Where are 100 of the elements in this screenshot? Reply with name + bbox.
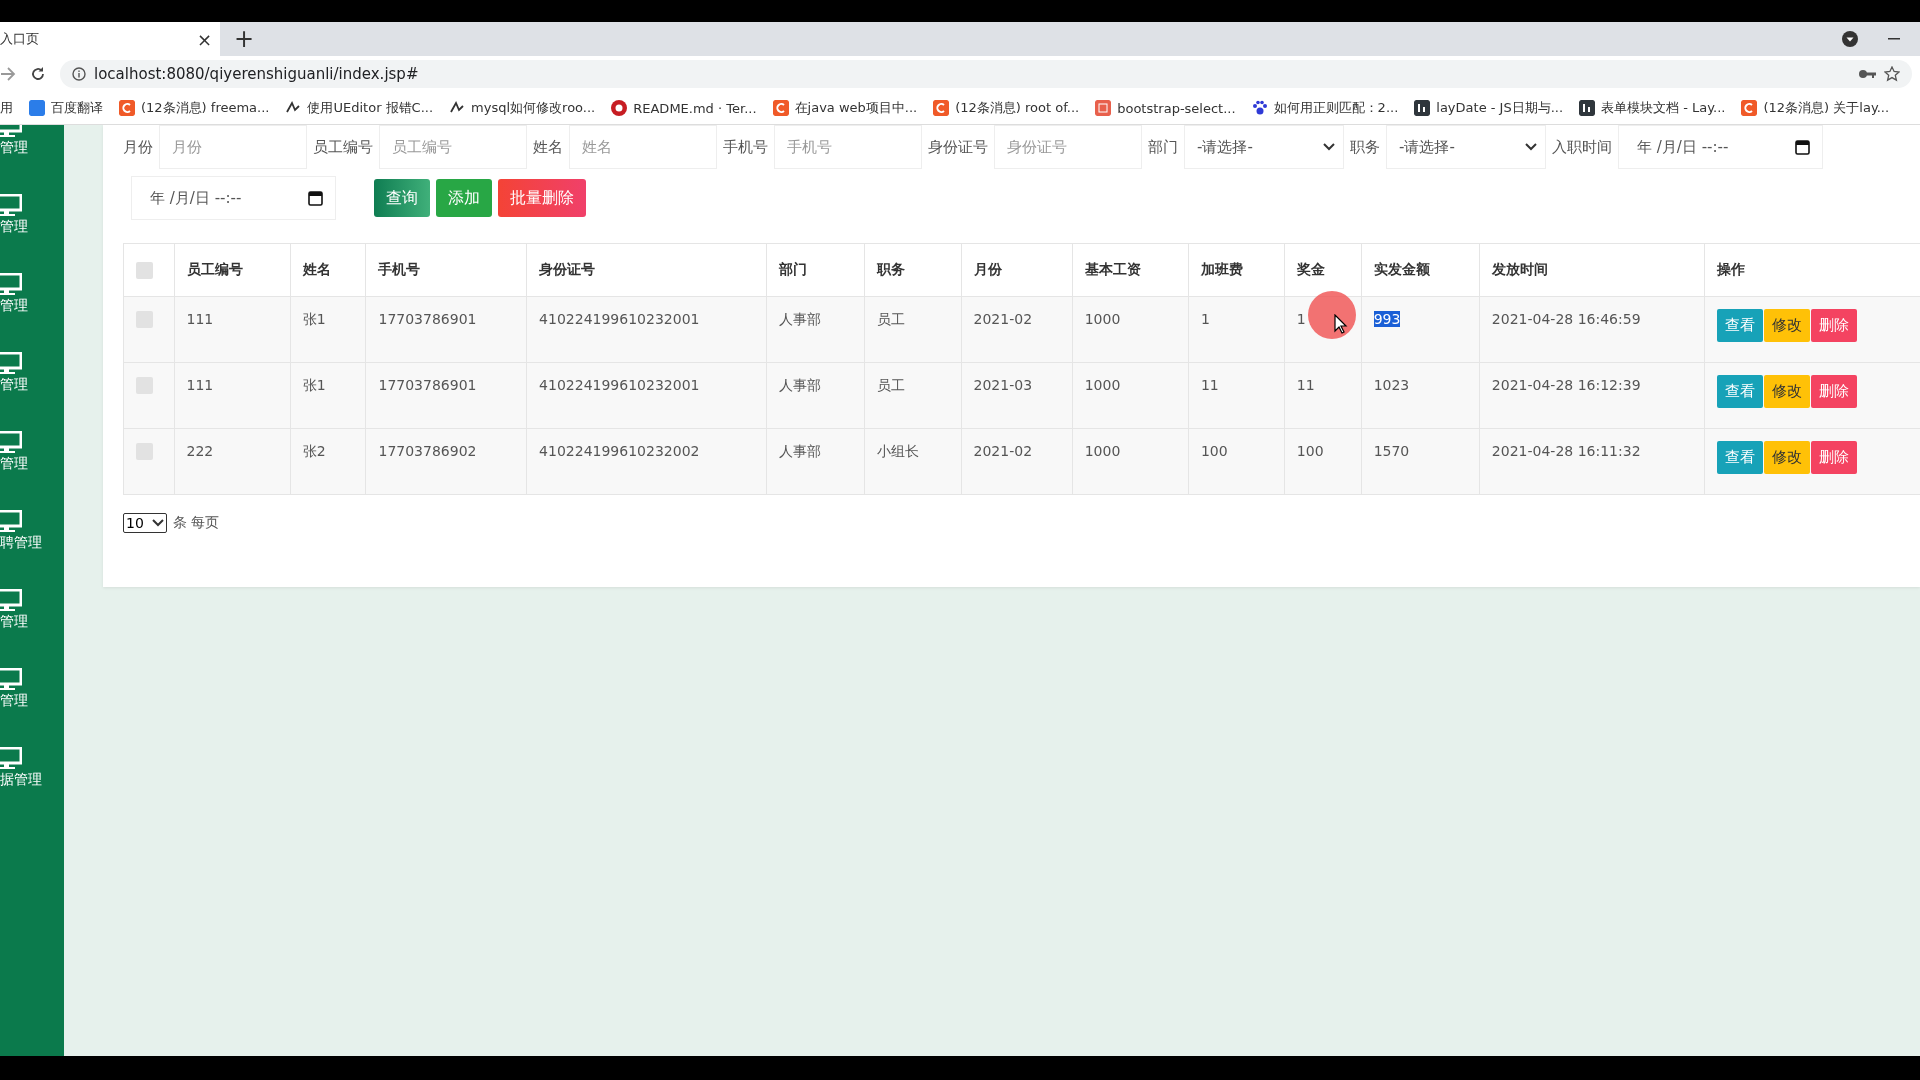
key-icon[interactable] [1858, 69, 1876, 79]
input-field[interactable]: 员工编号 [379, 125, 527, 169]
table-cell: 2021-04-28 16:12:39 [1491, 377, 1641, 393]
table-cell: 993 [1373, 311, 1401, 327]
column-header: 发放时间 [1479, 243, 1705, 297]
table-cell: 1 [1200, 311, 1210, 327]
column-header: 手机号 [365, 243, 527, 297]
table-cell: 2021-04-28 16:11:32 [1491, 443, 1641, 459]
table-cell: 员工 [876, 377, 905, 393]
column-header: 姓名 [290, 243, 366, 297]
monitor-icon [0, 747, 22, 769]
bookmark-icon [1095, 100, 1112, 116]
column-header: 员工编号 [174, 243, 291, 297]
bookmark-icon [29, 100, 45, 116]
filter-label: 员工编号 [313, 137, 373, 157]
sidebar-item[interactable]: 管理 [0, 668, 64, 710]
bookmark-icon [1414, 100, 1431, 116]
sidebar-item[interactable]: 管理 [0, 431, 64, 473]
table-cell: 11 [1200, 377, 1219, 393]
bookmark[interactable]: (12条消息) freema... [119, 99, 270, 117]
table-cell: 张1 [302, 377, 326, 393]
close-icon[interactable]: × [196, 28, 212, 50]
bookmark[interactable]: 使用UEditor 报错C... [285, 99, 434, 117]
bookmark[interactable]: 如何用正则匹配：2... [1251, 99, 1399, 117]
bookmark[interactable]: 在java web项目中... [772, 99, 918, 117]
monitor-icon [0, 510, 22, 532]
caret-icon [1323, 143, 1335, 151]
column-header: 身份证号 [526, 243, 767, 297]
delete-button[interactable]: 批量删除 [498, 179, 586, 217]
cursor-icon [1334, 314, 1348, 334]
delete-button[interactable]: 删除 [1811, 309, 1858, 342]
star-icon[interactable] [1884, 66, 1900, 82]
bookmark[interactable]: layDate - JS日期与... [1414, 99, 1564, 117]
table-cell: 17703786901 [378, 377, 477, 393]
table-cell: 员工 [876, 311, 905, 327]
edit-button[interactable]: 修改 [1764, 441, 1811, 474]
sidebar-item[interactable]: 聘管理 [0, 510, 64, 552]
bookmark-icon [933, 100, 950, 116]
edit-button[interactable]: 修改 [1764, 309, 1811, 342]
table-cell: 1023 [1373, 377, 1410, 393]
column-header: 月份 [961, 243, 1073, 297]
table-cell: 小组长 [876, 443, 919, 459]
filter-label: 手机号 [723, 137, 768, 157]
forward-icon[interactable] [0, 67, 16, 81]
reload-icon[interactable] [30, 66, 46, 82]
sidebar-item[interactable]: 管理 [0, 589, 64, 631]
browser-tab[interactable]: 入口页 × [0, 22, 220, 56]
delete-button[interactable]: 删除 [1811, 441, 1858, 474]
bookmark[interactable]: README.md · Ter... [611, 100, 757, 116]
bookmark[interactable]: (12条消息) 关于lay... [1741, 99, 1890, 117]
monitor-icon [0, 668, 22, 690]
table-cell: 人事部 [778, 443, 821, 459]
input-field[interactable]: 手机号 [774, 125, 922, 169]
address-bar[interactable]: localhost:8080/qiyerenshiguanli/index.jsp# [60, 60, 1912, 88]
bookmark[interactable]: 百度翻译 [29, 99, 103, 117]
select-field[interactable]: -请选择- [1184, 125, 1344, 169]
bookmark[interactable]: 表单模块文档 - Lay... [1579, 99, 1726, 117]
minimize-icon[interactable] [1888, 38, 1900, 40]
sidebar-item[interactable]: 据管理 [0, 747, 64, 789]
caret-icon [1525, 143, 1537, 151]
query-button[interactable]: 查询 [374, 179, 430, 217]
bookmark[interactable]: 用 [0, 99, 13, 117]
sidebar-item[interactable]: 管理 [0, 125, 64, 157]
column-header: 职务 [864, 243, 962, 297]
dropdown-icon[interactable] [1842, 31, 1858, 47]
input-field[interactable]: 姓名 [569, 125, 717, 169]
bookmark[interactable]: bootstrap-select... [1095, 100, 1236, 116]
checkbox[interactable] [136, 261, 153, 279]
input-field[interactable]: 身份证号 [994, 125, 1142, 169]
table-cell: 张1 [302, 311, 326, 327]
bookmark-icon [1251, 100, 1268, 116]
bookmark[interactable]: (12条消息) root of... [933, 99, 1080, 117]
filter-label: 职务 [1350, 137, 1380, 157]
filter-label: 部门 [1148, 137, 1178, 157]
date-field[interactable]: 年 /月/日 --:-- [1618, 125, 1823, 169]
monitor-icon [0, 352, 22, 374]
column-header: 操作 [1704, 243, 1920, 297]
table-cell: 410224199610232001 [539, 377, 700, 393]
filter-label: 身份证号 [928, 137, 988, 157]
column-header: 实发金额 [1361, 243, 1480, 297]
sidebar-item[interactable]: 管理 [0, 352, 64, 394]
table-cell: 100 [1200, 443, 1228, 459]
sidebar-item[interactable]: 管理 [0, 194, 64, 236]
date-field[interactable]: 年 /月/日 --:-- [131, 176, 336, 220]
new-tab-button[interactable]: + [234, 27, 255, 51]
table-cell: 2021-02 [973, 443, 1033, 459]
select-field[interactable]: -请选择- [1386, 125, 1546, 169]
bookmark[interactable]: mysql如何修改roo... [449, 99, 596, 117]
bookmark-icon [1741, 100, 1758, 116]
table-cell: 17703786901 [378, 311, 477, 327]
table-cell: 410224199610232001 [539, 311, 700, 327]
bookmark-icon [119, 100, 135, 116]
input-field[interactable]: 月份 [159, 125, 307, 169]
table-cell: 2021-02 [973, 311, 1033, 327]
calendar-icon[interactable] [1795, 139, 1810, 155]
sidebar-item[interactable]: 管理 [0, 273, 64, 315]
calendar-icon[interactable] [308, 190, 323, 206]
edit-button[interactable]: 修改 [1764, 375, 1811, 408]
page-size-select[interactable]: 10 [123, 513, 167, 533]
delete-button[interactable]: 删除 [1811, 375, 1858, 408]
